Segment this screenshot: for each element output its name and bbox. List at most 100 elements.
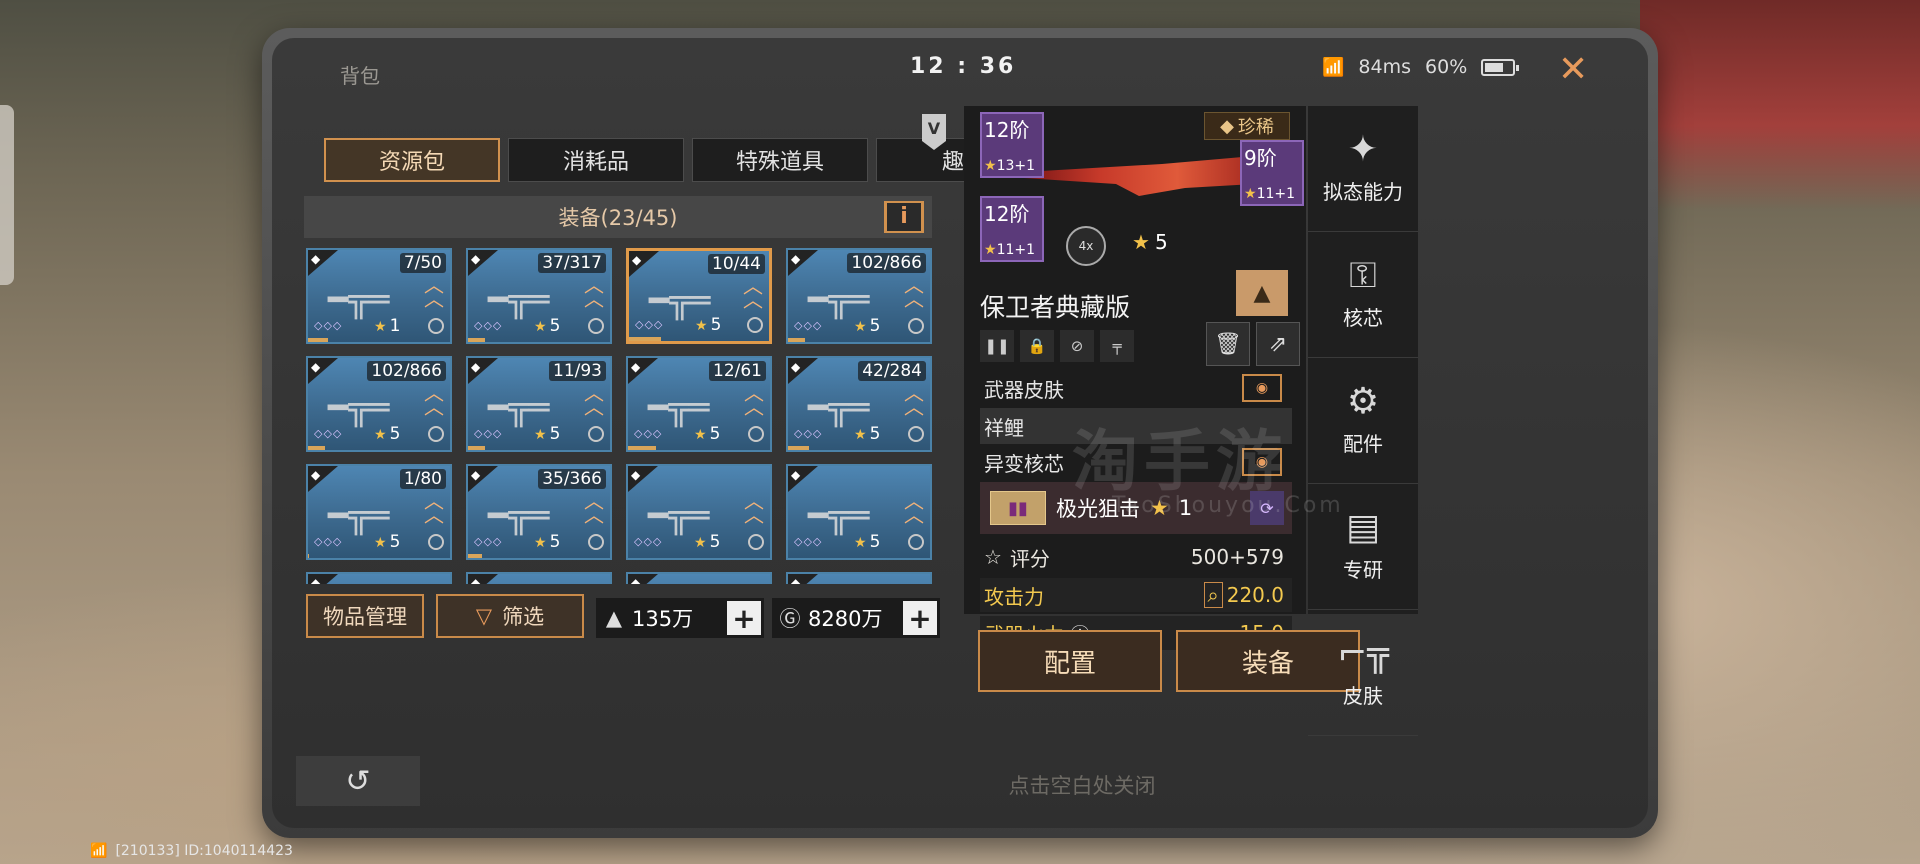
share-icon[interactable]: ⇗ — [1256, 322, 1300, 366]
upgrade-icon[interactable]: ▲ — [1236, 270, 1288, 316]
item-count: 12/61 — [709, 361, 766, 381]
item-level-value: 5 — [709, 532, 721, 552]
battery-text: 60% — [1425, 56, 1468, 78]
tier-label: 9阶 — [1244, 146, 1277, 170]
nav-item[interactable]: ✦ 拟态能力 — [1308, 106, 1418, 232]
equipment-card[interactable]: ◆ ━╦═ 10/44 ︿ ︿ ◇◇◇ ★ 5 — [626, 248, 772, 344]
weapon-icon: ━╦═ — [648, 388, 710, 428]
configure-button[interactable]: 配置 — [978, 630, 1162, 692]
rarity-corner: ◆ — [308, 466, 338, 492]
diamond-icon: ◆ — [471, 252, 481, 266]
equipment-card[interactable]: ◆━╦═︿︿◇◇◇★5 — [786, 572, 932, 584]
diamond-icon: ◆ — [471, 360, 481, 374]
item-level: ★ 5 — [534, 424, 561, 444]
add-coin-button[interactable]: + — [903, 601, 937, 635]
upgrade-chevron-icon: ︿ ︿ — [424, 489, 444, 527]
equipment-card[interactable]: ◆ ━╦═ 1/80 ︿ ︿ ◇◇◇ ★ 5 — [306, 464, 452, 560]
equipment-card[interactable]: ◆ ━╦═ 37/317 ︿ ︿ ◇◇◇ ★ 5 — [466, 248, 612, 344]
info-button[interactable]: i — [884, 201, 924, 233]
crosshair-icon[interactable]: ⊘ — [1060, 330, 1094, 362]
upgrade-chevron-icon: ︿ ︿ — [424, 273, 444, 311]
equipment-grid: ◆ ━╦═ 7/50 ︿ ︿ ◇◇◇ ★ 1 ◆ ━╦═ 37/317 ︿ ︿ ◇◇◇ ★ 5 ◆ ━╦═ 10/4… — [306, 248, 950, 584]
wifi-icon: 📶 — [1322, 56, 1345, 78]
rarity-corner: ◆ — [788, 358, 818, 384]
gear-icon — [748, 426, 764, 442]
equipment-card[interactable]: ◆ ━╦═ 42/284 ︿ ︿ ◇◇◇ ★ 5 — [786, 356, 932, 452]
equipment-card[interactable]: ◆ ━╦═ 11/93 ︿ ︿ ◇◇◇ ★ 5 — [466, 356, 612, 452]
gear-icon — [908, 426, 924, 442]
nav-item[interactable]: ⌐╦ 皮肤 — [1308, 610, 1418, 736]
tab-resource-pack[interactable]: 资源包 — [324, 138, 500, 182]
back-icon[interactable]: ↺ — [296, 756, 420, 806]
add-gold-button[interactable]: + — [727, 601, 761, 635]
equipment-card[interactable]: ◆ ━╦═ 102/866 ︿ ︿ ◇◇◇ ★ 5 — [786, 248, 932, 344]
equipment-card[interactable]: ◆ ━╦═ 7/50 ︿ ︿ ◇◇◇ ★ 1 — [306, 248, 452, 344]
tab-special-items[interactable]: 特殊道具 — [692, 138, 868, 182]
item-level-value: 5 — [869, 316, 881, 336]
equipment-card[interactable]: ◆━╦═︿︿◇◇◇★5 — [626, 572, 772, 584]
upgrade-chevron-icon: ︿ ︿ — [584, 273, 604, 311]
watermark-sub: TaoShouyou.Com — [1112, 493, 1344, 518]
category-tabs: 资源包 消耗品 特殊道具 趣玩 — [324, 138, 1052, 182]
progress-fill — [308, 554, 310, 558]
rarity-label: 珍稀 — [1237, 117, 1274, 138]
diamond-icon: ◆ — [791, 576, 801, 584]
nav-item[interactable]: ⚙ 配件 — [1308, 358, 1418, 484]
diamond-icon: ◆ — [311, 468, 321, 482]
diamond-icon: ◆ — [791, 252, 801, 266]
diamond-icon: ◆ — [791, 468, 801, 482]
upgrade-chevron-icon: ︿ ︿ — [584, 381, 604, 419]
core-chip-icon: ▮▮ — [990, 491, 1046, 525]
lock-icon[interactable]: 🔒 — [1020, 330, 1054, 362]
close-hint[interactable]: 点击空白处关闭 — [752, 770, 1412, 800]
rank-dots: ◇◇◇ — [794, 319, 823, 332]
research-icon: ▤ — [1345, 507, 1380, 548]
gear-icon — [748, 534, 764, 550]
weapon-icon: ━╦═ — [488, 280, 550, 320]
item-level-value: 5 — [709, 424, 721, 444]
equipment-card[interactable]: ◆━╦═︿︿◇◇◇★5 — [786, 464, 932, 560]
nav-label: 皮肤 — [1343, 684, 1383, 708]
close-icon[interactable]: ✕ — [1558, 52, 1588, 88]
upgrade-chevron-icon: ︿ ︿ — [904, 273, 924, 311]
progress-fill — [468, 338, 486, 342]
equipment-card[interactable]: ◆━╦═︿︿◇◇◇★5 — [626, 464, 772, 560]
score-value: 500+579 — [1190, 545, 1284, 569]
rank-dots: ◇◇◇ — [314, 535, 343, 548]
grid-actions: 物品管理 ▽ 筛选 — [306, 594, 584, 638]
eye-icon[interactable]: ◉ — [1242, 374, 1282, 402]
tab-consumables[interactable]: 消耗品 — [508, 138, 684, 182]
equipment-card[interactable]: ◆ ━╦═ 102/866 ︿ ︿ ◇◇◇ ★ 5 — [306, 356, 452, 452]
nav-item[interactable]: ⚿ 核芯 — [1308, 232, 1418, 358]
side-pull-tab[interactable] — [0, 105, 14, 285]
filter-label: 筛选 — [502, 605, 545, 629]
item-level-value: 1 — [389, 316, 401, 336]
diamond-icon: ◆ — [311, 576, 321, 584]
rarity-corner: ◆ — [788, 250, 818, 276]
progress-fill — [308, 446, 326, 450]
tier-badge: 12阶 ★13+1 — [980, 112, 1044, 178]
trash-icon[interactable]: 🗑 — [1206, 322, 1250, 366]
tier-stars: ★13+1 — [984, 158, 1036, 174]
filter-button[interactable]: ▽ 筛选 — [436, 594, 584, 638]
rarity-corner: ◆ — [788, 466, 818, 492]
attack-row: 攻击力 ⌕ 220.0 — [980, 578, 1292, 612]
progress-fill — [308, 338, 328, 342]
equipment-card[interactable]: ◆ ━╦═ 35/366 ︿ ︿ ◇◇◇ ★ 5 — [466, 464, 612, 560]
rank-dots: ◇◇◇ — [474, 535, 503, 548]
equipment-card[interactable]: ◆ ━╦═ 12/61 ︿ ︿ ◇◇◇ ★ 5 — [626, 356, 772, 452]
tier-stars-value: 13+1 — [996, 158, 1036, 174]
item-level: ★ 5 — [695, 315, 722, 335]
upgrade-chevron-icon: ︿ ︿ — [744, 381, 764, 419]
equipment-card[interactable]: ◆━╦═︿︿◇◇◇★3 — [466, 572, 612, 584]
score-icon: ☆ — [984, 545, 1002, 569]
equipment-card[interactable]: ◆━╦═︿︿◇◇◇★5 — [306, 572, 452, 584]
scope-icon[interactable]: 4x — [1066, 226, 1106, 266]
status-bar: 背包 12 : 36 📶 84ms 60% ✕ — [272, 38, 1648, 89]
item-count: 35/366 — [538, 469, 606, 489]
rank-dots: ◇◇◇ — [634, 427, 663, 440]
ammo-icon[interactable]: ❚❚ — [980, 330, 1014, 362]
item-level: ★ 5 — [374, 532, 401, 552]
manage-items-button[interactable]: 物品管理 — [306, 594, 424, 638]
attachment-icon[interactable]: ╤ — [1100, 330, 1134, 362]
